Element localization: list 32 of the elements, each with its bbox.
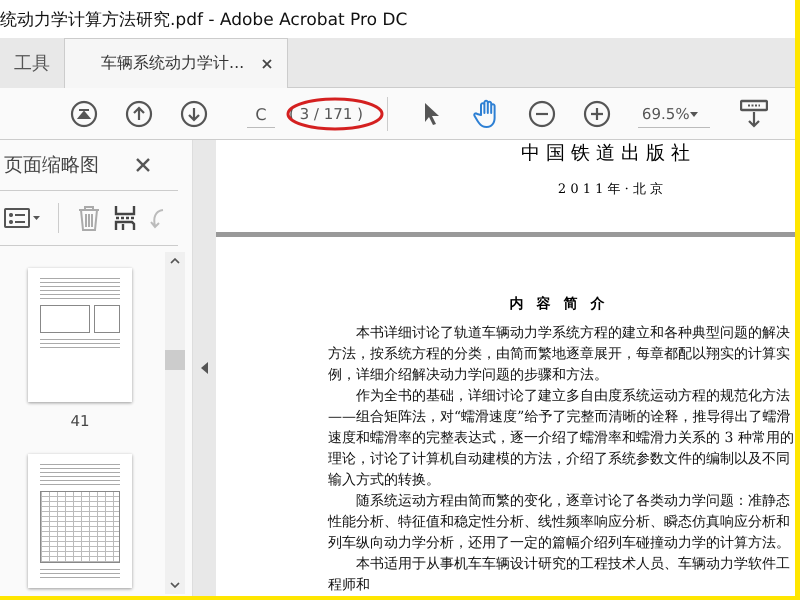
close-icon[interactable] — [135, 157, 151, 173]
collapse-panel-handle[interactable] — [192, 140, 216, 596]
extract-pages-icon[interactable] — [113, 204, 137, 232]
page-thumbnail-with-diagram[interactable] — [28, 268, 132, 402]
document-tab[interactable]: 车辆系统动力学计... — [65, 38, 288, 88]
paragraph: 本书详细讨论了轨道车辆动力学系统方程的建立和各种典型问题的解决方法，按系统方程的分类，由简而繁地逐章展开，每章都配以翔实的计算实例，详细介绍解决动力学问题的步骤和方法。 — [328, 324, 791, 385]
caret-icon — [690, 112, 698, 116]
first-page-icon[interactable] — [70, 100, 98, 128]
zoom-dropdown[interactable]: 69.5% — [638, 99, 710, 128]
panel-title: 页面缩略图 — [4, 153, 99, 178]
zoom-in-icon[interactable] — [582, 100, 611, 128]
section-heading: 内 容 简 介 — [508, 295, 610, 313]
paragraph: 随系统运动方程由简而繁的变化，逐章讨论了各类动力学问题：准静态性能分析、特征值和稳定性分析、线性频率响应分析、瞬态仿真响应分析和列车纵向动力学分析，还用了一定的篇幅介绍列车碰撞动力学的计算方法。 — [328, 492, 791, 553]
paragraph: 作为全书的基础，详细讨论了建立多自由度系统运动方程的规范化方法——组合矩阵法，对“蠕滑速度”给予了完整而清晰的诠释，推导得出了蠕滑速度和蠕滑率的完整表达式，逐一介绍了蠕滑率和蠕滑力关系的 3 种常用的理论，讨论了计算机自动建模的方法，介绍了系统参数文件的编制以及不同输入方式的转换。 — [328, 387, 795, 490]
scroll-down-icon[interactable] — [170, 582, 180, 588]
page-thumbnail-with-table[interactable] — [28, 454, 132, 588]
window-title: 统动力学计算方法研究.pdf - Adobe Acrobat Pro DC — [0, 8, 408, 30]
publisher-text: 中 国 铁 道 出 版 社 — [520, 141, 690, 166]
close-icon[interactable] — [262, 58, 272, 68]
previous-page-icon[interactable] — [125, 100, 153, 128]
paragraph: 本书适用于从事机车车辆设计研究的工程技术人员、车辆动力学软件工程师和 — [328, 555, 791, 595]
scrollbar[interactable] — [165, 252, 185, 594]
left-arrow-icon — [201, 362, 208, 374]
page-number-field[interactable]: C — [247, 99, 275, 128]
keyboard-icon[interactable] — [740, 98, 768, 128]
page-number: 41 — [70, 412, 90, 430]
scroll-up-icon[interactable] — [170, 258, 180, 264]
next-page-icon[interactable] — [180, 100, 208, 128]
options-icon[interactable] — [4, 207, 40, 229]
imprint-text: 2 0 1 1 年 · 北 京 — [556, 181, 664, 198]
zoom-out-icon[interactable] — [528, 100, 556, 128]
scroll-thumb[interactable] — [165, 350, 185, 370]
